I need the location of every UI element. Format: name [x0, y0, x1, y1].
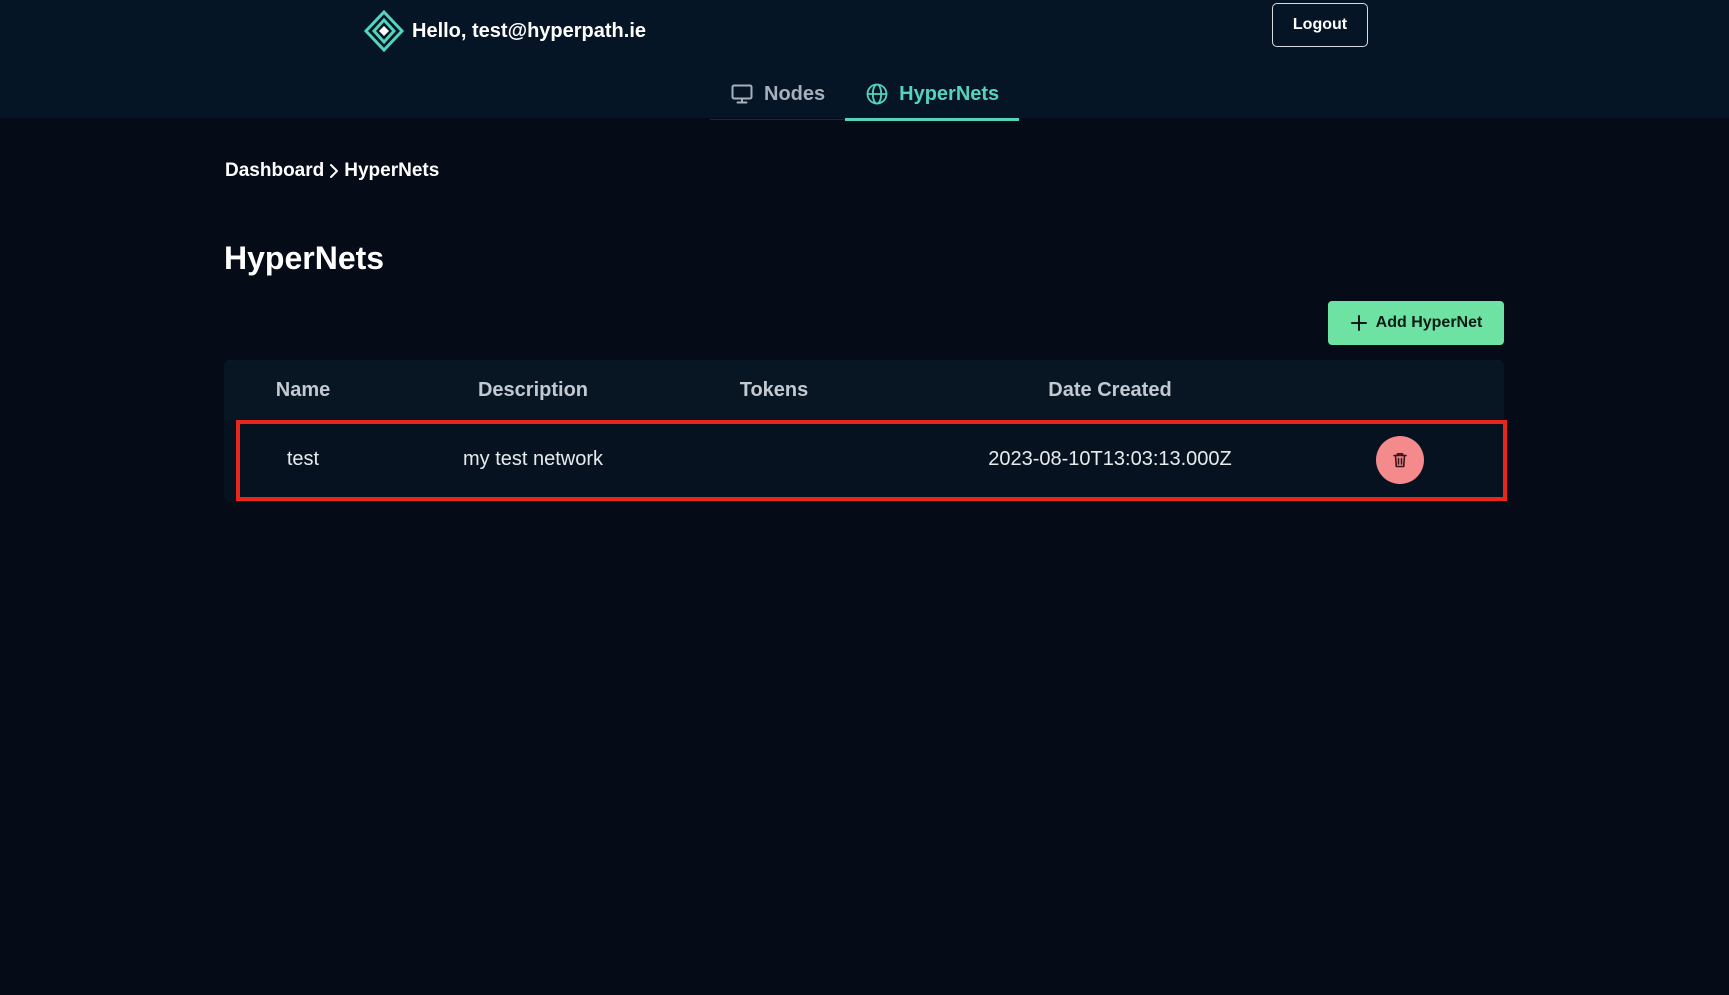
top-navbar: Hello, test@hyperpath.ie Logout Nodes Hy…: [0, 0, 1729, 121]
column-header-name[interactable]: Name: [276, 379, 330, 402]
tab-hypernets[interactable]: HyperNets: [845, 68, 1020, 121]
tab-nodes-label: Nodes: [764, 82, 826, 105]
cell-name: test: [286, 448, 320, 470]
tab-nodes[interactable]: Nodes: [710, 68, 845, 120]
tab-hypernets-label: HyperNets: [899, 82, 1000, 105]
diamond-logo-icon: [364, 10, 404, 52]
column-header-tokens[interactable]: Tokens: [740, 379, 809, 402]
monitor-icon: [730, 82, 754, 106]
breadcrumb-item-dashboard[interactable]: Dashboard: [225, 160, 324, 182]
breadcrumb-item-hypernets: HyperNets: [344, 160, 440, 181]
add-hypernet-label: Add HyperNet: [1375, 314, 1483, 331]
column-header-date-created[interactable]: Date Created: [1048, 379, 1171, 402]
cell-date-created: 2023-08-10T13:03:13.000Z: [988, 448, 1232, 470]
page-title: HyperNets: [224, 240, 385, 276]
hypernets-table: Name Description Tokens Date Created tes…: [224, 360, 1504, 502]
delete-hypernet-button[interactable]: [1376, 436, 1424, 484]
add-hypernet-button[interactable]: Add HyperNet: [1328, 301, 1504, 345]
table-row[interactable]: test my test network 2023-08-10T13:03:13…: [224, 420, 1504, 502]
main-tabs: Nodes HyperNets: [710, 68, 1020, 121]
chevron-right-icon: [328, 162, 340, 180]
logout-button[interactable]: Logout: [1272, 3, 1368, 47]
plus-icon: [1350, 314, 1368, 332]
cell-description: my test network: [462, 448, 604, 470]
column-header-description[interactable]: Description: [478, 379, 588, 402]
breadcrumb: Dashboard HyperNets: [225, 160, 439, 182]
table-header: Name Description Tokens Date Created: [224, 360, 1504, 420]
trash-icon: [1391, 451, 1409, 469]
globe-icon: [865, 82, 889, 106]
brand: Hello, test@hyperpath.ie: [364, 10, 646, 52]
user-greeting: Hello, test@hyperpath.ie: [412, 19, 646, 42]
